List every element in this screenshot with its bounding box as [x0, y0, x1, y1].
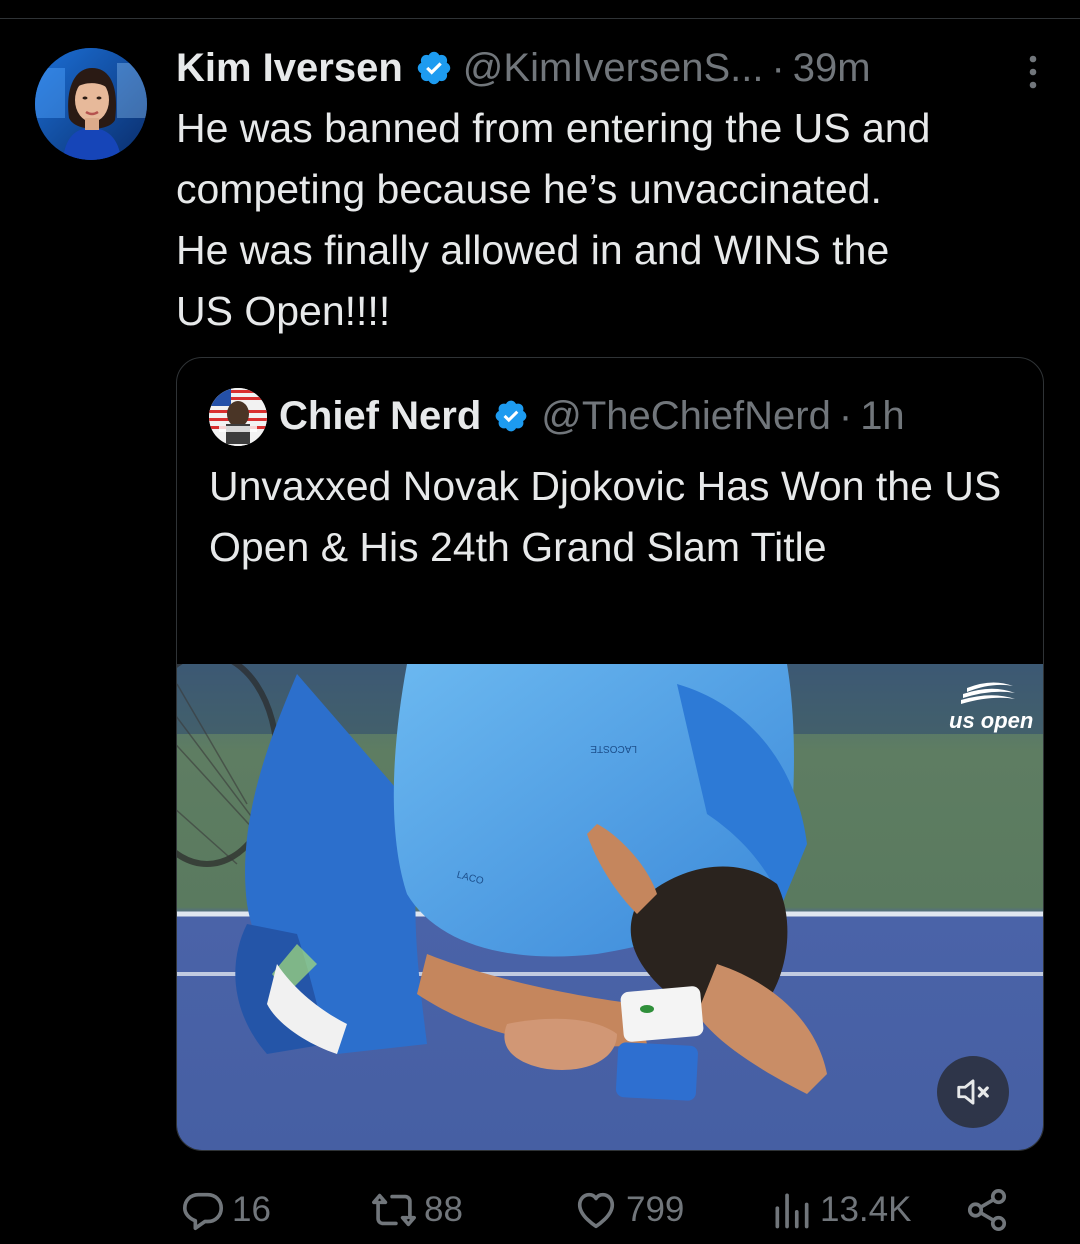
author-display-name[interactable]: Kim Iversen [176, 46, 403, 91]
repost-button[interactable]: 88 [370, 1180, 463, 1240]
quoted-tweet-card[interactable]: Chief Nerd @TheChiefNerd · 1h Unvaxxed N… [176, 357, 1044, 1151]
quoted-avatar-image [209, 388, 267, 446]
quoted-tweet-video[interactable]: LACOSTE LACO us open [177, 664, 1043, 1150]
quoted-author-display-name[interactable]: Chief Nerd [279, 394, 481, 439]
heart-icon [577, 1192, 615, 1229]
tweet-header: Kim Iversen @KimIversenS... · 39m [176, 40, 1040, 96]
share-button[interactable] [964, 1180, 1010, 1240]
more-vertical-icon[interactable] [1028, 54, 1038, 90]
reply-count: 16 [232, 1190, 271, 1229]
speaker-muted-icon [957, 1079, 989, 1105]
quoted-tweet-text: Unvaxxed Novak Djokovic Has Won the US O… [209, 463, 1002, 570]
us-open-watermark: us open [949, 708, 1033, 733]
quoted-author-handle[interactable]: @TheChiefNerd [541, 394, 831, 439]
views-chart-icon [775, 1193, 809, 1229]
repost-icon [372, 1193, 416, 1227]
mute-toggle-button[interactable] [937, 1056, 1009, 1128]
view-count: 13.4K [820, 1190, 912, 1229]
video-frame-image: LACOSTE LACO us open [177, 664, 1043, 1150]
quoted-tweet-timestamp[interactable]: 1h [860, 394, 905, 439]
views-button[interactable]: 13.4K [770, 1180, 911, 1240]
quoted-author-avatar[interactable] [209, 388, 267, 446]
verified-badge-icon[interactable] [415, 49, 453, 87]
tweet-action-bar: 16 88 799 13.4K [176, 1180, 1016, 1240]
author-avatar-image [35, 48, 147, 160]
quoted-tweet-header: Chief Nerd @TheChiefNerd · 1h [279, 386, 905, 446]
like-count: 799 [626, 1190, 685, 1229]
separator-dot: · [838, 393, 853, 438]
reply-icon [182, 1192, 224, 1231]
author-handle[interactable]: @KimIversenS... [463, 46, 764, 91]
reply-button[interactable]: 16 [180, 1180, 271, 1240]
separator-dot: · [771, 45, 785, 90]
share-icon [967, 1189, 1007, 1231]
tweet-text: He was banned from entering the US and c… [176, 105, 931, 334]
repost-count: 88 [424, 1190, 463, 1229]
shirt-brand-text: LACOSTE [590, 743, 637, 754]
author-avatar[interactable] [35, 48, 147, 160]
top-divider [0, 18, 1080, 19]
tweet-timestamp[interactable]: 39m [793, 46, 871, 91]
verified-badge-icon[interactable] [493, 398, 529, 434]
like-button[interactable]: 799 [572, 1180, 684, 1240]
